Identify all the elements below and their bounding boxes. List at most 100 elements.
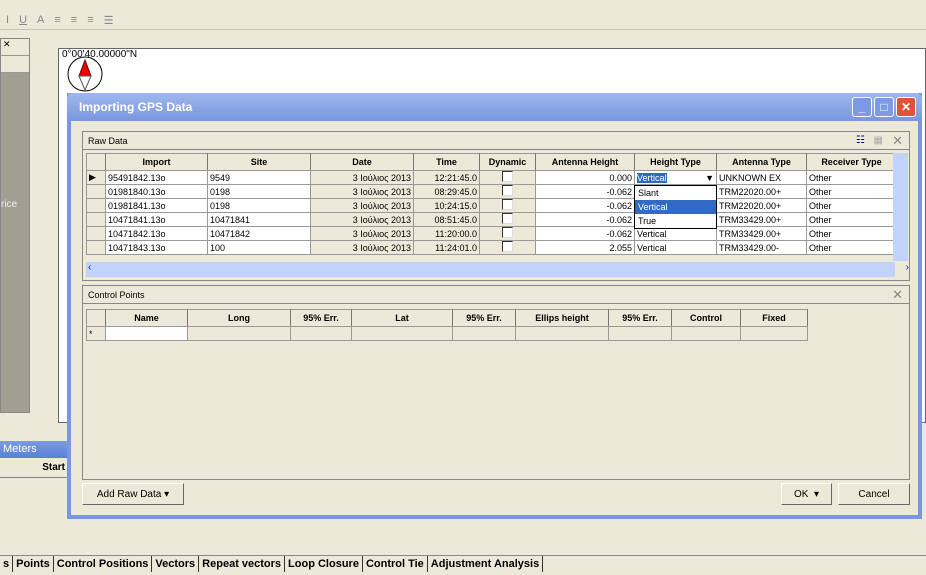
table-cell[interactable] [479, 184, 536, 199]
ok-button[interactable]: OK ▾ [781, 483, 832, 505]
table-cell[interactable]: 08:29:45.0 [413, 184, 480, 199]
column-header[interactable]: Antenna Type [716, 153, 807, 171]
left-panel-close-icon[interactable]: ✕ [3, 39, 11, 50]
table-cell[interactable] [479, 212, 536, 227]
vertical-scrollbar[interactable] [893, 153, 908, 261]
table-cell[interactable] [479, 198, 536, 213]
table-cell[interactable]: -0.062 [535, 198, 635, 213]
dialog-titlebar[interactable]: Importing GPS Data _ □ ✕ [67, 93, 922, 121]
table-cell[interactable] [608, 326, 672, 341]
table-cell[interactable]: 3 Ιούλιος 2013 [310, 240, 414, 255]
minimize-icon[interactable]: _ [852, 97, 872, 117]
font-color-icon[interactable]: A [37, 14, 44, 26]
table-cell[interactable]: 3 Ιούλιος 2013 [310, 170, 414, 185]
panel-close-icon[interactable]: ✕ [892, 287, 903, 303]
table-cell[interactable]: 10471842.13o [105, 226, 208, 241]
align-right-icon[interactable]: ≡ [87, 14, 93, 26]
dynamic-checkbox[interactable] [502, 227, 513, 238]
tab[interactable]: s [0, 556, 14, 572]
table-cell[interactable]: TRM33429.00- [716, 240, 807, 255]
table-cell[interactable]: Other [806, 170, 897, 185]
table-cell[interactable]: TRM33429.00+ [716, 212, 807, 227]
table-cell[interactable]: 10471842 [207, 226, 311, 241]
table-cell[interactable]: 100 [207, 240, 311, 255]
table-row[interactable]: 01981840.13o 0198 3 Ιούλιος 2013 08:29:45.0… [86, 184, 897, 199]
table-cell[interactable] [740, 326, 808, 341]
table-cell[interactable]: -0.062 [535, 184, 635, 199]
row-selector[interactable]: ▶ [86, 170, 106, 185]
table-cell[interactable]: Other [806, 212, 897, 227]
table-cell[interactable]: 3 Ιούλιος 2013 [310, 198, 414, 213]
table-cell[interactable] [479, 240, 536, 255]
table-cell[interactable] [351, 326, 453, 341]
column-header[interactable]: Lat [351, 309, 453, 327]
table-cell[interactable]: Vertical [634, 240, 717, 255]
tab[interactable]: Adjustment Analysis [428, 556, 544, 572]
table-cell[interactable] [515, 326, 609, 341]
table-cell[interactable]: TRM22020.00+ [716, 198, 807, 213]
table-cell[interactable]: 10471841 [207, 212, 311, 227]
column-header[interactable]: Long [187, 309, 291, 327]
dynamic-checkbox[interactable] [502, 185, 513, 196]
table-cell[interactable]: Other [806, 226, 897, 241]
italic-icon[interactable]: I [6, 14, 9, 26]
column-header[interactable]: Control [671, 309, 741, 327]
table-row[interactable]: ▶ 95491842.13o 9549 3 Ιούλιος 2013 12:21:45.… [86, 170, 897, 185]
row-selector[interactable] [86, 184, 106, 199]
column-header[interactable]: Height Type [634, 153, 717, 171]
table-cell[interactable] [671, 326, 741, 341]
table-cell[interactable] [105, 326, 188, 341]
table-cell[interactable]: TRM33429.00+ [716, 226, 807, 241]
tab[interactable]: Points [13, 556, 54, 572]
table-cell[interactable]: 11:24:01.0 [413, 240, 480, 255]
table-row[interactable]: 10471841.13o 10471841 3 Ιούλιος 2013 08:51:… [86, 212, 897, 227]
column-header[interactable]: Name [105, 309, 188, 327]
column-header[interactable]: Receiver Type [806, 153, 897, 171]
column-header[interactable]: Ellips height [515, 309, 609, 327]
dynamic-checkbox[interactable] [502, 241, 513, 252]
row-selector[interactable] [86, 198, 106, 213]
dynamic-checkbox[interactable] [502, 213, 513, 224]
table-cell[interactable]: 01981840.13o [105, 184, 208, 199]
column-header[interactable]: Antenna Height [535, 153, 635, 171]
table-cell[interactable]: 0198 [207, 198, 311, 213]
table-cell[interactable] [479, 170, 536, 185]
table-cell[interactable]: 2.055 [535, 240, 635, 255]
table-cell[interactable]: -0.062 [535, 226, 635, 241]
align-center-icon[interactable]: ≡ [71, 14, 77, 26]
table-cell[interactable]: 10:24:15.0 [413, 198, 480, 213]
align-left-icon[interactable]: ≡ [54, 14, 60, 26]
row-selector[interactable] [86, 240, 106, 255]
table-cell[interactable]: 9549 [207, 170, 311, 185]
table-cell[interactable]: 3 Ιούλιος 2013 [310, 226, 414, 241]
row-selector[interactable] [86, 226, 106, 241]
table-cell[interactable] [452, 326, 516, 341]
table-cell[interactable]: 12:21:45.0 [413, 170, 480, 185]
maximize-icon[interactable]: □ [874, 97, 894, 117]
table-row[interactable]: 10471842.13o 10471842 3 Ιούλιος 2013 11:20:… [86, 226, 897, 241]
table-cell[interactable]: 3 Ιούλιος 2013 [310, 184, 414, 199]
table-row[interactable]: 10471843.13o 100 3 Ιούλιος 2013 11:24:01.0 2… [86, 240, 897, 255]
dropdown-option[interactable]: Slant [635, 186, 716, 200]
close-icon[interactable]: ✕ [896, 97, 916, 117]
table-cell[interactable]: 0.000 [535, 170, 635, 185]
table-cell[interactable]: Other [806, 198, 897, 213]
underline-icon[interactable]: U [19, 14, 27, 26]
column-header[interactable]: Fixed [740, 309, 808, 327]
table-cell[interactable]: UNKNOWN EX [716, 170, 807, 185]
height-type-select[interactable]: Vertical [637, 172, 667, 183]
column-header[interactable]: 95% Err. [290, 309, 352, 327]
cancel-button[interactable]: Cancel [838, 483, 910, 505]
column-header[interactable]: 95% Err. [452, 309, 516, 327]
row-selector[interactable] [86, 212, 106, 227]
tab[interactable]: Vectors [152, 556, 200, 572]
table-cell[interactable]: 11:20:00.0 [413, 226, 480, 241]
table-cell[interactable]: 01981841.13o [105, 198, 208, 213]
table-cell[interactable]: Other [806, 184, 897, 199]
bullet-list-icon[interactable]: ☰ [104, 14, 114, 27]
table-cell[interactable]: 10471843.13o [105, 240, 208, 255]
column-header[interactable]: Date [310, 153, 414, 171]
add-raw-data-button[interactable]: Add Raw Data ▾ [82, 483, 184, 505]
tab[interactable]: Control Tie [363, 556, 428, 572]
dropdown-option[interactable]: Vertical [635, 200, 716, 214]
